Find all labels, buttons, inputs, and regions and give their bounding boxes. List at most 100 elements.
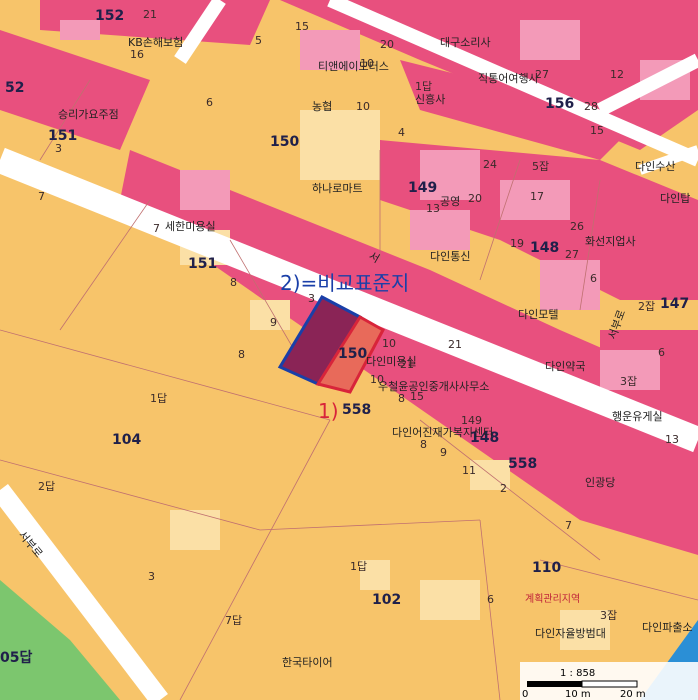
lot-label: 9: [440, 446, 447, 459]
business-label: 다인자율방범대: [535, 627, 606, 640]
block-number: 150: [270, 134, 299, 150]
lot-label: 1답: [415, 80, 432, 93]
business-label: 승리가요주점: [58, 108, 119, 121]
lot-label: 12: [610, 68, 624, 81]
lot-label: 2: [500, 482, 507, 495]
lot-label: 6: [206, 96, 213, 109]
block-number: 147: [660, 296, 689, 312]
lot-label: 3: [148, 570, 155, 583]
block-number: 152: [95, 8, 124, 24]
lot-label: 10: [356, 100, 370, 113]
lot-label: 13: [426, 202, 440, 215]
block-number: 558: [508, 456, 537, 472]
lot-label: 1답: [350, 560, 367, 573]
business-label: 다인파출소: [642, 621, 693, 634]
lot-label: 21: [143, 8, 157, 21]
block-number: 102: [372, 592, 401, 608]
lot-label: 15: [590, 124, 604, 137]
lot-label: 16: [130, 48, 144, 61]
lot-label: 1답: [150, 392, 167, 405]
block-number: 558: [342, 402, 371, 418]
business-label: 화선지업사: [585, 235, 636, 248]
lot-label: 3: [308, 292, 315, 305]
lot-label: 2잡: [638, 300, 655, 313]
lot-label: 10: [382, 337, 396, 350]
lot-label: 7: [565, 519, 572, 532]
annotation-subject: 1): [318, 399, 339, 423]
lot-label: 4: [398, 126, 405, 139]
business-label: 신흥사: [415, 92, 445, 106]
business-label: 한국타이어: [282, 656, 333, 669]
scale-tick-0: 0: [522, 689, 528, 700]
lot-label: 3잡: [600, 609, 617, 622]
lot-label: 6: [590, 272, 597, 285]
business-label: 다인수산: [635, 160, 675, 173]
business-label: 직통어여행사: [478, 72, 539, 85]
business-label: 농협: [312, 100, 332, 113]
lot-label: 27: [565, 248, 579, 261]
cadastral-map: 2)=비교표준지 1) 1521501561491481511471041021…: [0, 0, 698, 700]
business-label: 티앤에이모터스: [318, 60, 389, 73]
lot-label: 21: [448, 338, 462, 351]
scale-bar: 1 : 858 0 10 m 20 m: [520, 662, 698, 700]
block-number: 104: [112, 432, 141, 448]
lot-label: 149: [461, 414, 482, 427]
lot-label: 8: [420, 438, 427, 451]
block-number: 151: [188, 256, 217, 272]
lot-label: 20: [380, 38, 394, 51]
lot-label: 15: [295, 20, 309, 33]
business-label: 다인탑: [660, 192, 690, 205]
lot-label: 8: [398, 392, 405, 405]
lot-label: 3: [55, 142, 62, 155]
block-number: 148: [530, 240, 559, 256]
lot-label: 13: [665, 433, 679, 446]
lot-label: 28: [584, 100, 598, 113]
business-label: 행운유게실: [612, 410, 663, 423]
scale-tick-10: 10 m: [565, 689, 591, 700]
business-label: 세한미용실: [165, 220, 216, 233]
business-label: 다인약국: [545, 359, 585, 373]
business-label: KB손해보험: [128, 35, 183, 49]
lot-label: 20: [468, 192, 482, 205]
scale-ratio: 1 : 858: [560, 668, 595, 679]
lot-label: 19: [510, 237, 524, 250]
lot-label: 10: [370, 373, 384, 386]
lot-label: 9: [270, 316, 277, 329]
lot-label: 15: [410, 390, 424, 403]
business-label: 다인모텔: [518, 308, 558, 321]
scale-tick-20: 20 m: [620, 689, 646, 700]
business-label: 공영: [440, 195, 460, 208]
block-number: 150: [338, 346, 367, 362]
lot-label: 2답: [38, 480, 55, 493]
business-label: 대구소리사: [440, 36, 491, 49]
lot-label: 3잡: [620, 375, 637, 388]
block-number: 52: [5, 80, 24, 96]
lot-label: 17: [530, 190, 544, 203]
lot-label: 8: [238, 348, 245, 361]
zone-label: 계획관리지역: [525, 593, 580, 605]
lot-label: 24: [483, 158, 497, 171]
lot-label: 7: [38, 190, 45, 203]
block-number: 05답: [0, 649, 32, 666]
lot-label: 21: [400, 358, 414, 371]
lot-label: 26: [570, 220, 584, 233]
business-label: 다인통신: [430, 250, 470, 263]
block-number: 151: [48, 128, 77, 144]
business-label: 하나로마트: [312, 181, 363, 195]
lot-label: 7: [153, 222, 160, 235]
lot-label: 10: [360, 57, 374, 70]
lot-label: 5: [255, 34, 262, 47]
lot-label: 6: [658, 346, 665, 359]
lot-label: 8: [230, 276, 237, 289]
business-label: 우철윤공인중개사사무소: [378, 380, 489, 393]
business-label: 다인어진재가복지센터: [392, 426, 493, 439]
block-number: 156: [545, 96, 574, 112]
annotation-comparison: 2)=비교표준지: [280, 271, 409, 295]
lot-label: 11: [462, 464, 476, 477]
block-number: 110: [532, 560, 561, 576]
lot-label: 7답: [225, 614, 242, 627]
lot-label: 6: [487, 593, 494, 606]
lot-label: 27: [535, 68, 549, 81]
lot-label: 5잡: [532, 160, 549, 173]
business-label: 인광당: [585, 476, 615, 489]
